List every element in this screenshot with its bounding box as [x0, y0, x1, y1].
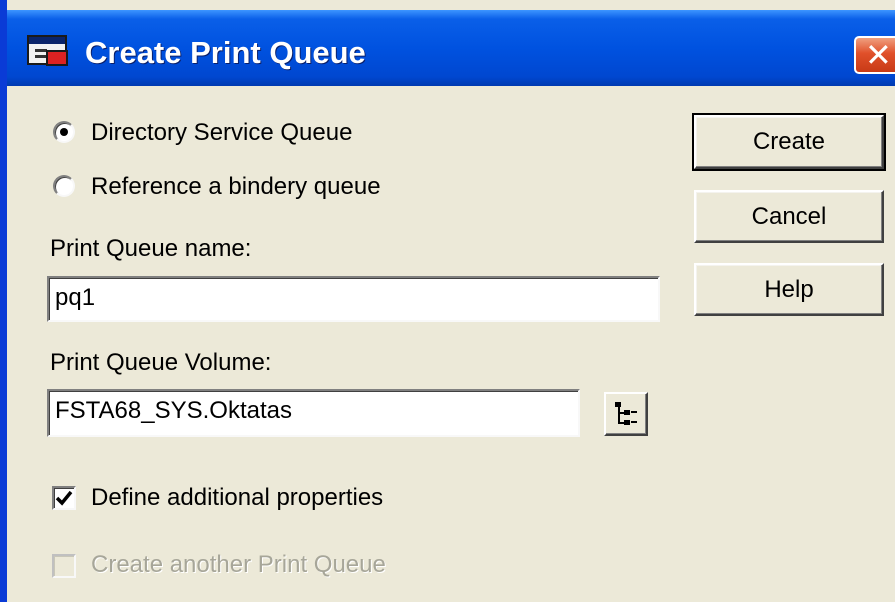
create-button[interactable]: Create: [692, 113, 886, 171]
print-queue-window-icon: [27, 35, 68, 66]
reference-bindery-queue-label[interactable]: Reference a bindery queue: [91, 173, 381, 201]
close-button[interactable]: ✕: [854, 36, 895, 74]
help-button[interactable]: Help: [694, 263, 884, 316]
reference-bindery-queue-radio[interactable]: [53, 175, 75, 197]
create-another-queue-checkbox: [52, 554, 76, 578]
browse-volume-button[interactable]: [604, 392, 648, 436]
directory-service-queue-label[interactable]: Directory Service Queue: [91, 119, 352, 147]
queue-name-input[interactable]: pq1: [47, 276, 660, 322]
directory-service-queue-radio[interactable]: [53, 121, 75, 143]
define-additional-properties-label[interactable]: Define additional properties: [91, 484, 383, 512]
close-icon: ✕: [865, 37, 892, 73]
cancel-button[interactable]: Cancel: [694, 190, 884, 243]
create-another-queue-label: Create another Print Queue: [91, 551, 386, 578]
tree-browse-icon: [615, 402, 637, 425]
create-print-queue-dialog: Create Print Queue ✕ Directory Service Q…: [0, 0, 895, 602]
radio-selected-dot: [60, 128, 68, 136]
define-additional-properties-checkbox[interactable]: [52, 486, 76, 510]
queue-volume-label: Print Queue Volume:: [50, 349, 272, 376]
queue-name-label: Print Queue name:: [50, 235, 252, 262]
queue-volume-input[interactable]: FSTA68_SYS.Oktatas: [47, 389, 580, 437]
checkmark-icon: [55, 490, 73, 506]
title-bar[interactable]: Create Print Queue ✕: [7, 10, 895, 86]
dialog-title: Create Print Queue: [85, 35, 366, 70]
